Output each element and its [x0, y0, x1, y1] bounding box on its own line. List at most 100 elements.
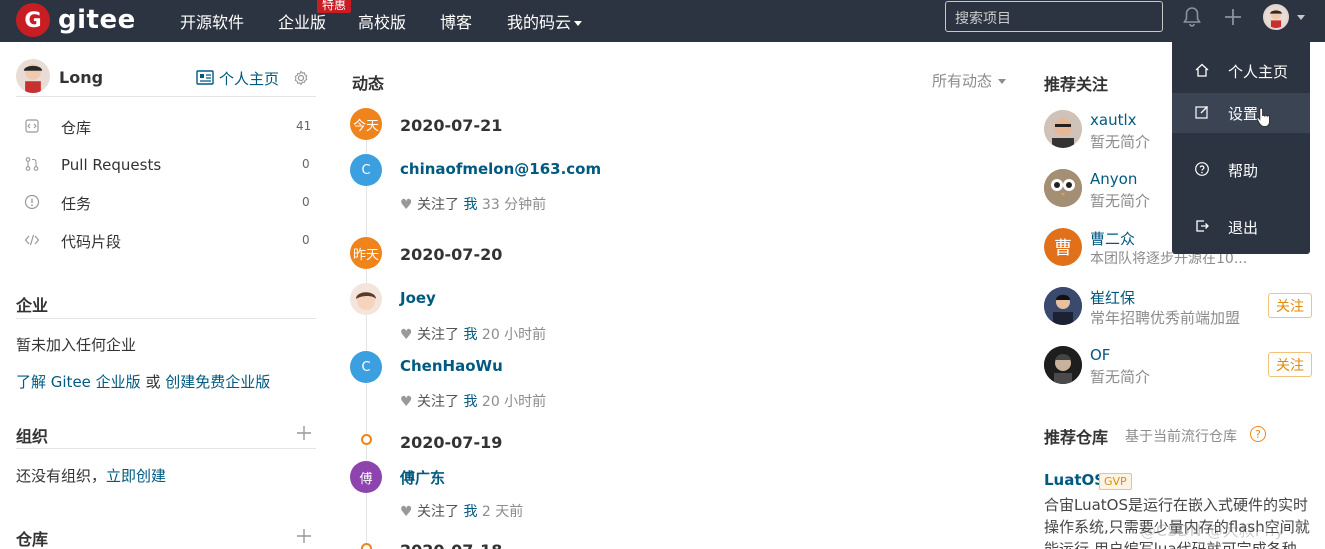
feed-action-target[interactable]: 我 [463, 197, 477, 213]
feed-action: ♥ 关注了 我 2 天前 [400, 501, 523, 521]
feed-user-name[interactable]: 傅广东 [400, 467, 445, 488]
menu-item-label: 设置 [1228, 105, 1259, 123]
stat-label-repos[interactable]: 仓库 [61, 117, 91, 138]
follow-button[interactable]: 关注 [1268, 293, 1312, 318]
nav-link-open-source[interactable]: 开源软件 [180, 9, 244, 33]
recommend-heading: 推荐关注 [1044, 75, 1109, 94]
rec-user-name[interactable]: Anyon [1090, 170, 1137, 188]
feed-avatar[interactable] [350, 283, 382, 315]
help-circle-icon [1195, 162, 1209, 176]
gitee-logo-mark: G [16, 3, 50, 37]
timeline-dot [361, 434, 372, 445]
logout-icon [1196, 220, 1209, 232]
gear-icon[interactable] [293, 70, 309, 86]
rec-repos-subtitle: 基于当前流行仓库 [1125, 429, 1237, 445]
feed-action: ♥ 关注了 我 20 小时前 [400, 391, 546, 411]
stat-label-issues[interactable]: 任务 [61, 193, 91, 214]
search-input[interactable]: 搜索项目 [945, 1, 1163, 32]
chevron-down-icon[interactable] [1297, 15, 1305, 20]
nav-link-my-gitee-label: 我的码云 [507, 13, 572, 32]
divider [16, 96, 316, 97]
feed-user-name[interactable]: ChenHaoWu [400, 357, 503, 375]
rec-user-name[interactable]: 曹二众 [1090, 228, 1135, 249]
follow-button[interactable]: 关注 [1268, 352, 1312, 377]
feed-date: 2020-07-19 [400, 433, 503, 452]
issue-icon [24, 194, 40, 210]
or-text: 或 [145, 373, 161, 391]
nav-link-my-gitee[interactable]: 我的码云 [507, 9, 583, 33]
repo-icon [25, 119, 39, 133]
user-avatar[interactable] [1263, 4, 1289, 30]
today-badge: 今天 [350, 108, 382, 140]
rec-user-avatar[interactable] [1044, 346, 1082, 384]
enterprise-heading: 企业 [16, 296, 49, 315]
rec-user-name[interactable]: xautlx [1090, 111, 1137, 129]
profile-username[interactable]: Long [59, 68, 103, 87]
repos-heading: 仓库 [16, 530, 49, 549]
feed-time: 20 小时前 [481, 327, 547, 343]
feed-time: 2 天前 [481, 504, 524, 520]
gitee-logo-text: gitee [58, 5, 136, 35]
feed-filter-dropdown[interactable]: 所有动态 [932, 70, 1007, 91]
feed-action-target[interactable]: 我 [463, 327, 477, 343]
stat-count-issues: 0 [302, 195, 310, 209]
profile-home-link[interactable]: 个人主页 [219, 68, 279, 89]
chevron-down-icon [998, 79, 1007, 84]
profile-avatar[interactable] [16, 59, 50, 93]
enterprise-empty-text: 暂未加入任何企业 [16, 336, 137, 354]
orgs-empty-text: 还没有组织， [16, 467, 107, 485]
code-snippet-icon [24, 234, 40, 246]
edit-icon [1195, 106, 1208, 119]
plus-icon[interactable] [1223, 7, 1243, 27]
feed-user-name[interactable]: chinaofmelon@163.com [400, 160, 601, 178]
heart-icon: ♥ [400, 327, 413, 343]
nav-link-education[interactable]: 高校版 [358, 9, 406, 33]
rec-repo-desc-line: 合宙LuatOS是运行在嵌入式硬件的实时 [1044, 496, 1309, 514]
stat-count-pull-requests: 0 [302, 157, 310, 171]
feed-date: 2020-07-21 [400, 116, 503, 135]
gvp-badge: GVP [1099, 473, 1132, 490]
chevron-down-icon [574, 21, 583, 26]
feed-action-verb: 关注了 [417, 394, 460, 410]
rec-repo-name[interactable]: LuatOS [1044, 471, 1105, 489]
rec-user-avatar[interactable] [1044, 287, 1082, 325]
feed-avatar[interactable]: C [350, 154, 382, 186]
stat-label-snippets[interactable]: 代码片段 [61, 231, 121, 252]
feed-date: 2020-07-18 [400, 541, 502, 549]
rec-repos-heading: 推荐仓库 [1044, 428, 1109, 447]
create-enterprise-link[interactable]: 创建免费企业版 [165, 373, 270, 391]
orgs-heading: 组织 [16, 427, 49, 446]
feed-time: 33 分钟前 [481, 197, 547, 213]
rec-user-avatar[interactable]: 曹 [1044, 228, 1082, 266]
stat-label-pull-requests[interactable]: Pull Requests [61, 156, 161, 174]
watermark: @CSDN @大叔Phy [1140, 521, 1284, 540]
feed-action-target[interactable]: 我 [463, 504, 477, 520]
feed-avatar[interactable]: C [350, 351, 382, 383]
nav-link-blog[interactable]: 博客 [440, 9, 472, 33]
add-repo-plus-icon[interactable] [296, 528, 312, 544]
top-navbar: G gitee 开源软件 企业版 特惠 高校版 博客 我的码云 搜索项目 [0, 0, 1325, 42]
feed-action-verb: 关注了 [417, 197, 460, 213]
rec-user-avatar[interactable] [1044, 110, 1082, 148]
stat-count-repos: 41 [296, 119, 312, 133]
rec-user-avatar[interactable] [1044, 169, 1082, 207]
add-org-plus-icon[interactable] [296, 425, 312, 441]
learn-enterprise-link[interactable]: 了解 Gitee 企业版 [16, 373, 141, 391]
heart-icon: ♥ [400, 394, 413, 410]
help-icon[interactable]: ? [1250, 426, 1266, 442]
rec-user-name[interactable]: 崔红保 [1090, 287, 1135, 308]
menu-item-home[interactable]: 个人主页 [1172, 51, 1310, 91]
feed-filter-label: 所有动态 [932, 72, 993, 90]
create-org-link[interactable]: 立即创建 [106, 467, 166, 485]
feed-action-verb: 关注了 [417, 327, 460, 343]
feed-action-target[interactable]: 我 [463, 394, 477, 410]
gitee-logo[interactable]: G gitee [16, 3, 136, 37]
rec-user-desc: 暂无简介 [1090, 192, 1151, 210]
menu-item-settings[interactable]: 设置 [1172, 93, 1310, 133]
bell-icon[interactable] [1182, 6, 1202, 28]
menu-item-logout[interactable]: 退出 [1172, 207, 1310, 247]
rec-user-name[interactable]: OF [1090, 346, 1110, 364]
feed-avatar[interactable]: 傅 [350, 461, 382, 493]
feed-user-name[interactable]: Joey [400, 289, 436, 307]
menu-item-help[interactable]: 帮助 [1172, 150, 1310, 190]
